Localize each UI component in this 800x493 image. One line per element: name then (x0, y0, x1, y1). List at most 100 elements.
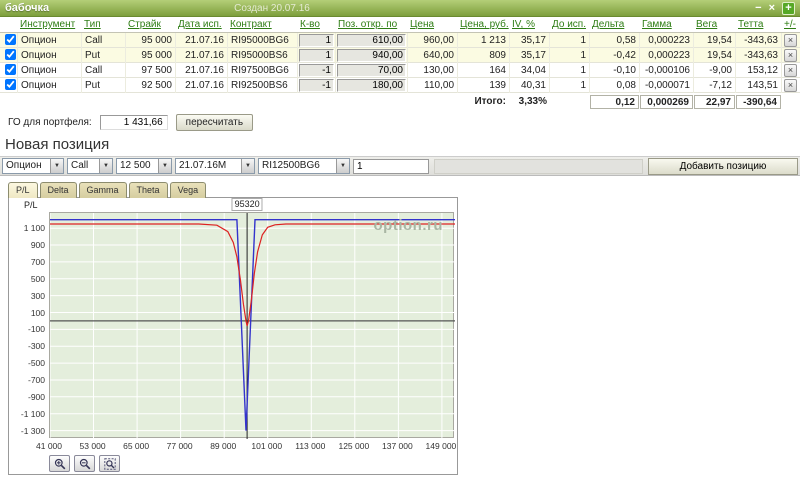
plot-area: option.ru (49, 212, 454, 438)
cell-price: 640,00 (408, 48, 458, 63)
cell-instrument: Опцион (18, 48, 82, 63)
totals-vega: 22,97 (694, 95, 735, 109)
col-header-open-price[interactable]: Поз. откр. по (338, 19, 397, 30)
col-header-iv[interactable]: IV, % (512, 19, 535, 30)
portfolio-margin-input[interactable] (100, 115, 168, 130)
cell-vega: -9,00 (694, 63, 736, 78)
open-price-input[interactable] (337, 49, 406, 62)
col-header-qty[interactable]: К-во (300, 19, 320, 30)
y-axis-title: P/L (24, 200, 38, 210)
y-axis-tick-label: -1 100 (11, 409, 45, 419)
cell-vega: -7,12 (694, 78, 736, 93)
cell-expiry: 21.07.16 (176, 48, 228, 63)
delete-row-button[interactable]: × (784, 64, 797, 77)
close-icon[interactable]: × (769, 2, 775, 14)
zoom-in-button[interactable] (49, 455, 70, 472)
zoom-controls (49, 455, 120, 472)
zoom-fit-button[interactable] (99, 455, 120, 472)
zoom-out-icon (79, 458, 91, 470)
cell-instrument: Опцион (18, 33, 82, 48)
cell-theta: 153,12 (736, 63, 782, 78)
position-row: Опцион Call 97 500 21.07.16 RI97500BG6 1… (0, 63, 800, 78)
app-window: бабочка Создан 20.07.16 − × + Инструмент… (0, 0, 800, 493)
minimize-icon[interactable]: − (755, 2, 761, 14)
expiry-select[interactable]: 21.07.16M ▼ (175, 158, 255, 174)
cell-price-rub: 139 (458, 78, 510, 93)
row-enabled-checkbox[interactable] (5, 49, 16, 60)
add-window-icon[interactable]: + (782, 2, 795, 15)
cell-price: 960,00 (408, 33, 458, 48)
created-date: Создан 20.07.16 (234, 3, 310, 14)
open-price-input[interactable] (337, 64, 406, 77)
cell-vega: 19,54 (694, 33, 736, 48)
y-axis-tick-label: 500 (11, 274, 45, 284)
tab-delta[interactable]: Delta (40, 182, 77, 198)
qty-input[interactable] (299, 79, 334, 92)
position-row: Опцион Call 95 000 21.07.16 RI95000BG6 9… (0, 33, 800, 48)
recalculate-button[interactable]: пересчитать (176, 114, 253, 131)
delete-row-button[interactable]: × (784, 79, 797, 92)
col-header-gamma[interactable]: Гамма (642, 19, 672, 30)
option-type-select[interactable]: Call ▼ (67, 158, 113, 174)
col-header-theta[interactable]: Тетта (738, 19, 763, 30)
zoom-out-button[interactable] (74, 455, 95, 472)
cell-expiry: 21.07.16 (176, 78, 228, 93)
cell-delta: -0,10 (590, 63, 640, 78)
col-header-price[interactable]: Цена (410, 19, 434, 30)
tab-theta[interactable]: Theta (129, 182, 168, 198)
totals-delta: 0,12 (590, 95, 639, 109)
cell-strike: 97 500 (126, 63, 176, 78)
y-axis-tick-label: -500 (11, 358, 45, 368)
row-enabled-checkbox[interactable] (5, 34, 16, 45)
cell-expiry: 21.07.16 (176, 33, 228, 48)
col-header-price-rub[interactable]: Цена, руб. (460, 19, 509, 30)
contract-select[interactable]: RI12500BG6 ▼ (258, 158, 350, 174)
col-header-plus-minus[interactable]: +/- (784, 19, 796, 30)
cell-iv: 35,17 (510, 33, 550, 48)
strike-select[interactable]: 12 500 ▼ (116, 158, 172, 174)
cell-strike: 95 000 (126, 33, 176, 48)
new-position-title: Новая позиция (0, 134, 800, 156)
row-enabled-checkbox[interactable] (5, 79, 16, 90)
qty-input[interactable] (299, 49, 334, 62)
col-header-instrument[interactable]: Инструмент (20, 19, 75, 30)
open-price-input[interactable] (337, 79, 406, 92)
qty-input[interactable] (299, 64, 334, 77)
open-price-input[interactable] (337, 34, 406, 47)
col-header-expiry[interactable]: Дата исп. (178, 19, 222, 30)
col-header-days[interactable]: До исп. (552, 19, 586, 30)
add-position-button[interactable]: Добавить позицию (648, 158, 798, 175)
x-axis-tick-label: 41 000 (36, 441, 62, 451)
new-position-qty-input[interactable] (353, 159, 429, 174)
col-header-type[interactable]: Тип (84, 19, 101, 30)
x-axis-tick-label: 101 000 (251, 441, 282, 451)
chevron-down-icon: ▼ (158, 159, 171, 173)
cell-strike: 95 000 (126, 48, 176, 63)
tab-vega[interactable]: Vega (170, 182, 207, 198)
col-header-vega[interactable]: Вега (696, 19, 717, 30)
zoom-in-icon (54, 458, 66, 470)
tab-gamma[interactable]: Gamma (79, 182, 127, 198)
zoom-fit-icon (104, 458, 116, 470)
x-axis-tick-label: 113 000 (295, 441, 325, 451)
col-header-strike[interactable]: Страйк (128, 19, 161, 30)
y-axis-tick-label: 900 (11, 240, 45, 250)
y-axis-tick-label: 100 (11, 308, 45, 318)
row-enabled-checkbox[interactable] (5, 64, 16, 75)
cell-gamma: -0,000106 (640, 63, 694, 78)
cell-instrument: Опцион (18, 78, 82, 93)
x-axis-tick-label: 149 000 (426, 441, 457, 451)
qty-input[interactable] (299, 34, 334, 47)
delete-row-button[interactable]: × (784, 34, 797, 47)
instrument-select[interactable]: Опцион ▼ (2, 158, 64, 174)
cell-expiry: 21.07.16 (176, 63, 228, 78)
cell-days: 1 (550, 78, 590, 93)
cell-price-rub: 1 213 (458, 33, 510, 48)
col-header-contract[interactable]: Контракт (230, 19, 272, 30)
cell-price-rub: 809 (458, 48, 510, 63)
x-axis-tick-label: 53 000 (80, 441, 106, 451)
tab-pl[interactable]: P/L (8, 182, 38, 198)
portfolio-margin-label: ГО для портфеля: (8, 117, 92, 128)
delete-row-button[interactable]: × (784, 49, 797, 62)
col-header-delta[interactable]: Дельта (592, 19, 624, 30)
